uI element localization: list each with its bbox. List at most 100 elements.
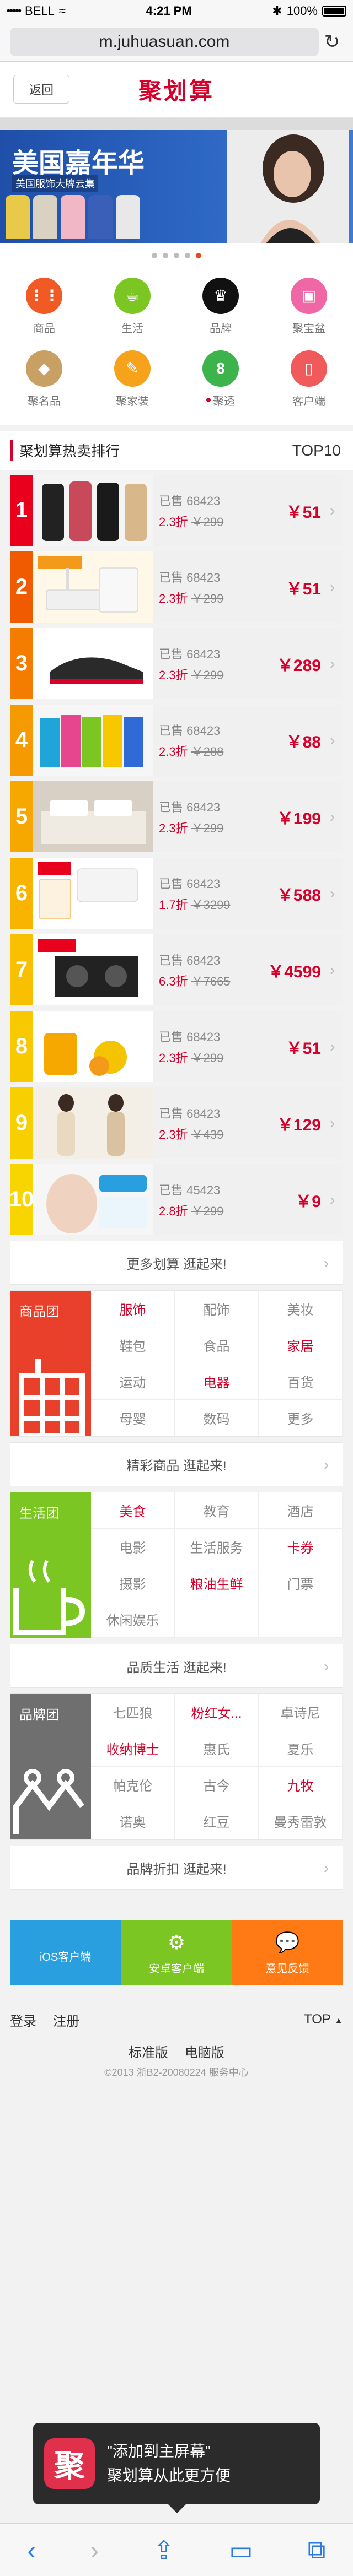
- group-link[interactable]: 收纳博士: [91, 1730, 175, 1767]
- group-more-button[interactable]: 精彩商品 逛起来! ›: [10, 1442, 343, 1486]
- ranking-item[interactable]: 9 已售 68423 2.3折 ￥439 ￥129 ›: [10, 1087, 343, 1159]
- group-link[interactable]: 生活服务: [175, 1529, 259, 1565]
- forward-arrow-icon[interactable]: ›: [90, 2535, 99, 2565]
- group-link[interactable]: 红豆: [175, 1803, 259, 1839]
- client-apple[interactable]: iOS客户端: [10, 1920, 121, 1985]
- group-side-panel[interactable]: 商品团: [10, 1291, 91, 1436]
- group-more-button[interactable]: 品牌折扣 逛起来! ›: [10, 1846, 343, 1890]
- brand-logo[interactable]: 聚划算: [138, 73, 215, 106]
- group-link[interactable]: 休闲娱乐: [91, 1601, 175, 1638]
- more-deals-button[interactable]: 更多划算 逛起来! ›: [10, 1241, 343, 1285]
- group-link[interactable]: 美妆: [259, 1291, 343, 1327]
- category-cup[interactable]: ☕ 生活: [88, 270, 176, 343]
- ranking-item[interactable]: 10 已售 45423 2.8折 ￥299 ￥9 ›: [9, 1164, 343, 1235]
- ranking-item[interactable]: 5 已售 68423 2.3折 ￥299 ￥199 ›: [10, 781, 343, 852]
- carousel-dot[interactable]: [196, 253, 201, 258]
- category-bag[interactable]: ▣ 聚宝盆: [265, 270, 353, 343]
- product-stats: 已售 68423 2.3折 ￥299: [159, 1027, 286, 1066]
- group-link[interactable]: 家居: [259, 1327, 343, 1363]
- group-link[interactable]: 母婴: [91, 1400, 175, 1436]
- group-link[interactable]: 服饰: [91, 1291, 175, 1327]
- group-link[interactable]: 酒店: [259, 1492, 343, 1529]
- client-chat[interactable]: 💬 意见反馈: [232, 1920, 343, 1985]
- category-phone[interactable]: ▯ 客户端: [265, 343, 353, 415]
- carousel-dot[interactable]: [163, 253, 168, 258]
- url-field[interactable]: m.juhuasuan.com: [10, 27, 319, 56]
- bookmarks-icon[interactable]: ▭: [229, 2535, 253, 2565]
- group-link[interactable]: 美食: [91, 1492, 175, 1529]
- category-number-8[interactable]: 8 聚透: [176, 343, 265, 415]
- group-link[interactable]: 帕克伦: [91, 1767, 175, 1803]
- ranking-item[interactable]: 1 已售 68423 2.3折 ￥299 ￥51 ›: [10, 475, 343, 546]
- group-link[interactable]: 卡券: [259, 1529, 343, 1565]
- group-more-button[interactable]: 品质生活 逛起来! ›: [10, 1644, 343, 1688]
- group-link[interactable]: 运动: [91, 1363, 175, 1400]
- group-link[interactable]: 鞋包: [91, 1327, 175, 1363]
- product-image[interactable]: [33, 628, 153, 699]
- category-crown[interactable]: ♛ 品牌: [176, 270, 265, 343]
- product-image[interactable]: [33, 1164, 153, 1235]
- ranking-item[interactable]: 4 已售 68423 2.3折 ￥288 ￥88 ›: [10, 705, 343, 776]
- reload-icon[interactable]: ↻: [319, 31, 345, 53]
- carousel-dot[interactable]: [174, 253, 179, 258]
- carousel-dot[interactable]: [152, 253, 157, 258]
- group-link[interactable]: 古今: [175, 1767, 259, 1803]
- group-link[interactable]: 九牧: [259, 1767, 343, 1803]
- group-link[interactable]: 七匹狼: [91, 1694, 175, 1730]
- tabs-icon[interactable]: ⧉: [308, 2535, 326, 2566]
- product-image[interactable]: [33, 705, 153, 776]
- back-to-top-link[interactable]: TOP ▲: [304, 2012, 343, 2027]
- group-link[interactable]: 夏乐: [259, 1730, 343, 1767]
- ranking-item[interactable]: 7 已售 68423 6.3折 ￥7665 ￥4599 ›: [10, 934, 343, 1005]
- group-link[interactable]: 诺奥: [91, 1803, 175, 1839]
- group-side-panel[interactable]: 生活团: [10, 1492, 91, 1638]
- product-image[interactable]: [33, 1087, 153, 1159]
- group-link[interactable]: 配饰: [175, 1291, 259, 1327]
- group-link[interactable]: 更多: [259, 1400, 343, 1436]
- login-link[interactable]: 登录: [10, 2010, 36, 2030]
- pc-version-link[interactable]: 电脑版: [185, 2042, 224, 2061]
- group-link[interactable]: 数码: [175, 1400, 259, 1436]
- product-stats: 已售 68423 2.3折 ￥299: [159, 645, 277, 683]
- group-link[interactable]: 门票: [259, 1565, 343, 1601]
- product-image[interactable]: [33, 551, 153, 623]
- group-link[interactable]: 教育: [175, 1492, 259, 1529]
- group-link[interactable]: 粉红女...: [175, 1694, 259, 1730]
- group-link[interactable]: 惠氏: [175, 1730, 259, 1767]
- chevron-right-icon: ›: [330, 808, 335, 825]
- category-brush[interactable]: ✎ 聚家装: [88, 343, 176, 415]
- ranking-item[interactable]: 6 已售 68423 1.7折 ￥3299 ￥588 ›: [10, 858, 343, 929]
- product-image[interactable]: [33, 475, 153, 546]
- back-button[interactable]: 返回: [13, 75, 69, 104]
- promo-banner[interactable]: 美国嘉年华 美国服饰大牌云集: [0, 118, 353, 243]
- product-image[interactable]: [33, 934, 153, 1005]
- group-link[interactable]: 电影: [91, 1529, 175, 1565]
- group-side-panel[interactable]: 品牌团: [10, 1694, 91, 1839]
- back-arrow-icon[interactable]: ‹: [27, 2535, 35, 2565]
- discount-rate: 2.3折: [159, 515, 188, 529]
- carousel-dot[interactable]: [185, 253, 190, 258]
- category-diamond[interactable]: ◆ 聚名品: [0, 343, 88, 415]
- register-link[interactable]: 注册: [53, 2010, 79, 2030]
- discount-rate: 2.3折: [159, 1127, 188, 1141]
- group-link[interactable]: 食品: [175, 1327, 259, 1363]
- ranking-item[interactable]: 3 已售 68423 2.3折 ￥299 ￥289 ›: [10, 628, 343, 699]
- group-link[interactable]: 百货: [259, 1363, 343, 1400]
- share-icon[interactable]: ⇪: [153, 2535, 175, 2565]
- product-image[interactable]: [33, 858, 153, 929]
- discount-rate: 2.3折: [159, 591, 188, 605]
- client-android[interactable]: ⚙ 安卓客户端: [121, 1920, 232, 1985]
- product-image[interactable]: [33, 1011, 153, 1082]
- group-link[interactable]: 曼秀雷敦: [259, 1803, 343, 1839]
- ranking-item[interactable]: 8 已售 68423 2.3折 ￥299 ￥51 ›: [10, 1011, 343, 1082]
- group-link[interactable]: 摄影: [91, 1565, 175, 1601]
- group-link[interactable]: 粮油生鲜: [175, 1565, 259, 1601]
- discount-line: 2.3折 ￥299: [159, 819, 277, 836]
- category-apps[interactable]: ⋮⋮ 商品: [0, 270, 88, 343]
- group-link[interactable]: 卓诗尼: [259, 1694, 343, 1730]
- group-link[interactable]: 电器: [175, 1363, 259, 1400]
- add-to-home-popup[interactable]: 聚 "添加到主屏幕" 聚划算从此更方便: [33, 2423, 320, 2513]
- ranking-item[interactable]: 2 已售 68423 2.3折 ￥299 ￥51 ›: [10, 551, 343, 623]
- standard-version-link[interactable]: 标准版: [129, 2042, 168, 2061]
- product-image[interactable]: [33, 781, 153, 852]
